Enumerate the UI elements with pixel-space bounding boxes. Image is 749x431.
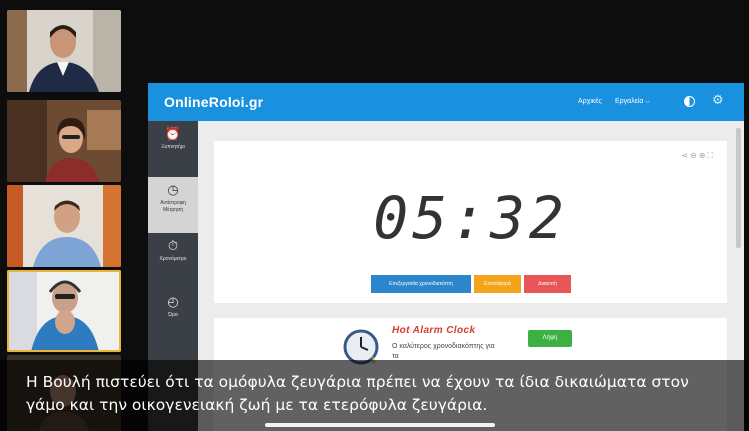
ad-title: Hot Alarm Clock xyxy=(392,325,476,336)
reset-button[interactable]: Διακοπή xyxy=(524,275,571,293)
sidebar-item-alarm[interactable]: ⏰ Ξυπνητήρι xyxy=(148,121,198,177)
video-call-screen: OnlineRoloi.gr Αρχικές Εργαλεία ⌵ ⚙ ⏰ Ξυπ… xyxy=(0,0,749,431)
sidebar-item-label: Χρονόμετρο xyxy=(159,256,187,262)
home-indicator[interactable] xyxy=(265,423,495,427)
clock-icon: ◴ xyxy=(167,294,179,309)
nav-tools-menu[interactable]: Εργαλεία ⌵ xyxy=(615,98,650,106)
participant-video-2[interactable] xyxy=(7,100,121,182)
alarm-clock-icon: ⏰ xyxy=(164,126,182,141)
countdown-card: ⋖⊖⊕⛶ 05:32 Επεξεργασία χρονοδιακόπτη Επα… xyxy=(214,141,727,303)
sidebar-item-time[interactable]: ◴ Ώρα xyxy=(148,289,198,345)
caption-line-2: γάμο και την οικογενειακή ζωή με τα ετερ… xyxy=(26,396,488,414)
nav-home-link[interactable]: Αρχικές xyxy=(578,98,602,105)
caption-line-1: Η Βουλή πιστεύει ότι τα ομόφυλα ζευγάρια… xyxy=(26,373,689,391)
sidebar-item-label: Αντίστροφη Μέτρηση xyxy=(160,200,186,213)
gear-icon[interactable]: ⚙ xyxy=(712,94,724,107)
card-tools-icons[interactable]: ⋖⊖⊕⛶ xyxy=(681,151,715,161)
live-caption: Η Βουλή πιστεύει ότι τα ομόφυλα ζευγάρια… xyxy=(26,371,726,417)
sidebar-item-stopwatch[interactable]: ⏱ Χρονόμετρο xyxy=(148,233,198,289)
contrast-toggle-icon[interactable] xyxy=(684,96,695,107)
edit-timer-button[interactable]: Επεξεργασία χρονοδιακόπτη xyxy=(371,275,471,293)
ad-description: Ο καλύτερος χρονοδιακόπτης για τα xyxy=(392,343,495,360)
participant-video-1[interactable] xyxy=(7,10,121,92)
scrollbar-thumb[interactable] xyxy=(736,128,741,248)
countdown-icon: ◷ xyxy=(167,182,179,197)
site-logo[interactable]: OnlineRoloi.gr xyxy=(164,94,263,110)
participant-video-4[interactable] xyxy=(7,270,121,352)
stopwatch-icon: ⏱ xyxy=(167,238,179,253)
participant-video-3[interactable] xyxy=(7,185,121,267)
sidebar-item-countdown[interactable]: ◷ Αντίστροφη Μέτρηση xyxy=(148,177,198,233)
site-header: OnlineRoloi.gr Αρχικές Εργαλεία ⌵ ⚙ xyxy=(148,83,744,121)
download-button[interactable]: Λήψη xyxy=(528,330,572,347)
sidebar-item-label: Ώρα xyxy=(168,312,178,318)
pause-button[interactable]: Επανάφορά xyxy=(474,275,521,293)
sidebar-item-label: Ξυπνητήρι xyxy=(161,144,185,150)
countdown-display: 05:32 xyxy=(373,184,568,252)
chevron-down-icon: ⌵ xyxy=(645,99,650,105)
nav-tools-label: Εργαλεία xyxy=(615,98,644,105)
